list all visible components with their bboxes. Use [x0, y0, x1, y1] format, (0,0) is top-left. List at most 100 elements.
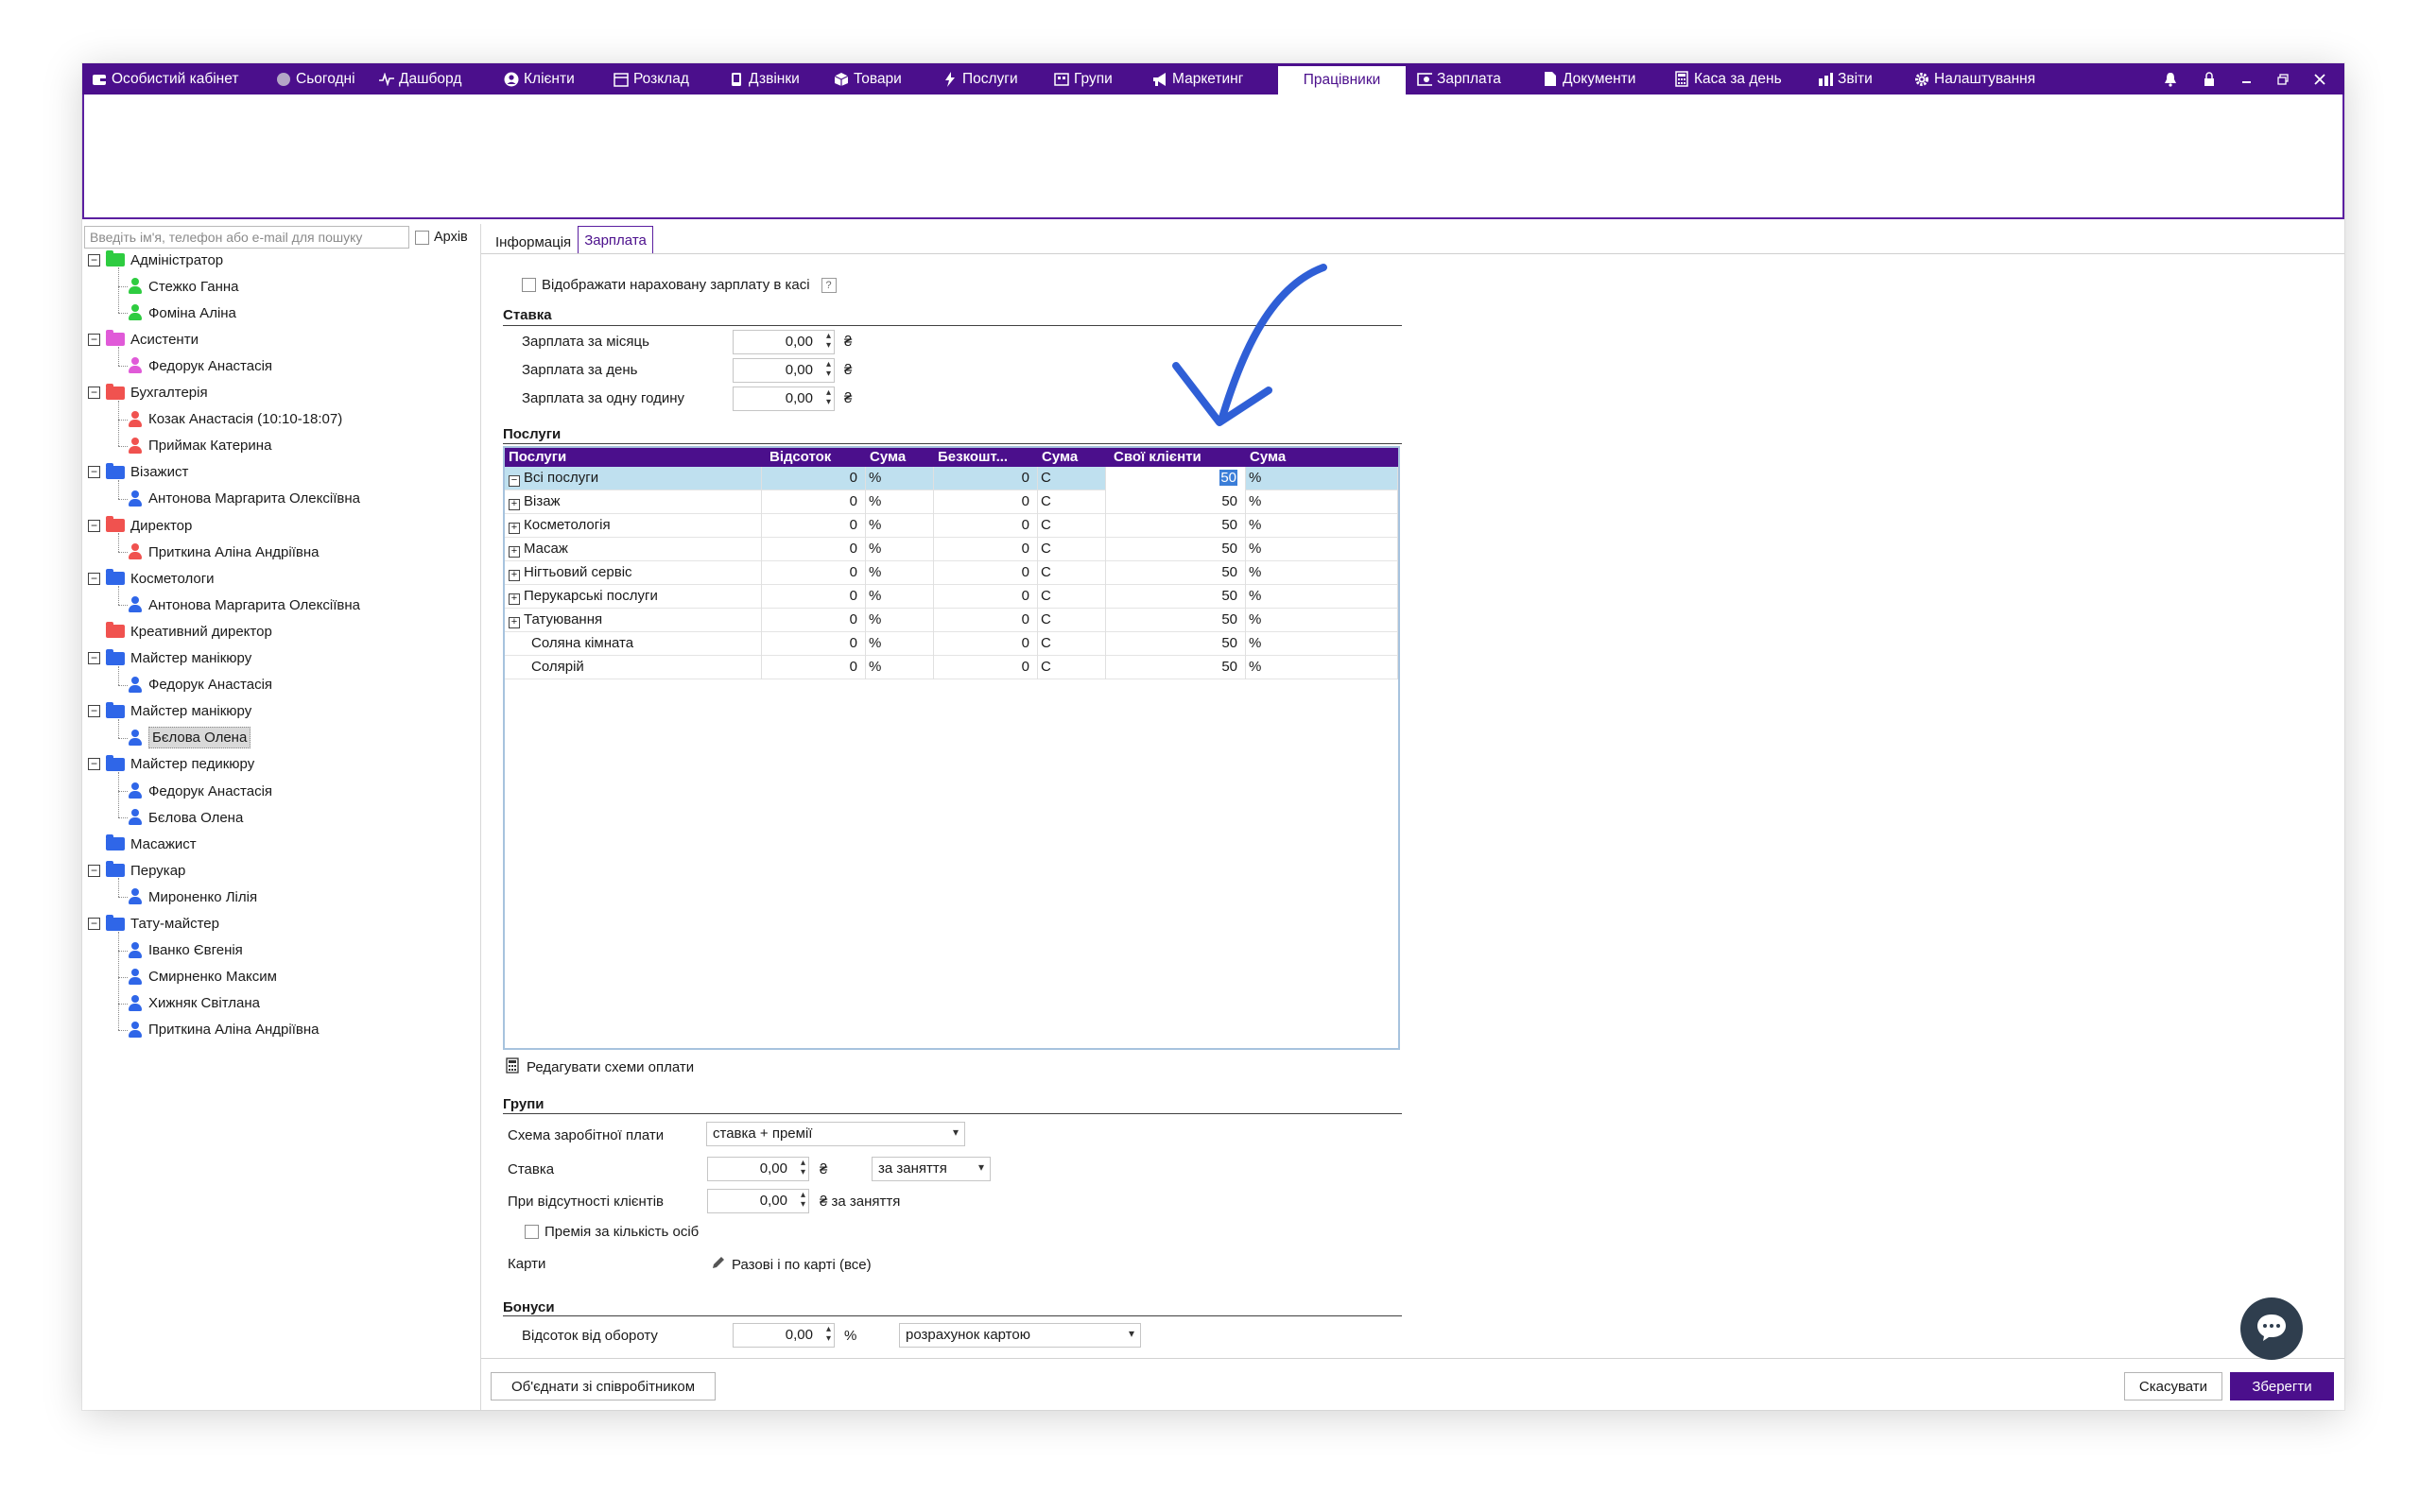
- tree-group-row[interactable]: − Майстер педикюру: [88, 752, 254, 777]
- no-clients-rate-input[interactable]: 0,00: [707, 1189, 809, 1213]
- grid-cell-free[interactable]: 0: [934, 585, 1038, 609]
- nav-item-calls[interactable]: Дзвінки: [729, 63, 800, 94]
- grid-cell-service[interactable]: + Масаж: [505, 538, 762, 561]
- nav-item-reports[interactable]: Звіти: [1818, 63, 1873, 94]
- tree-group-row[interactable]: − Перукар: [88, 858, 185, 883]
- nav-item-goods[interactable]: Товари: [834, 63, 902, 94]
- grid-cell-service[interactable]: − Всі послуги: [505, 467, 762, 490]
- grid-cell-own-clients[interactable]: 50: [1106, 514, 1246, 538]
- restore-icon[interactable]: [2272, 63, 2294, 94]
- grid-column-header[interactable]: Відсоток: [762, 448, 866, 467]
- tree-employee-row[interactable]: Смирненко Максим: [128, 965, 277, 989]
- chat-support-button[interactable]: [2240, 1297, 2303, 1360]
- grid-cell-own-clients-unit[interactable]: %: [1246, 609, 1398, 632]
- grid-cell-percent[interactable]: 0: [762, 490, 866, 514]
- grid-cell-free[interactable]: 0: [934, 514, 1038, 538]
- grid-row[interactable]: Солярій 0% 0 С 50%: [505, 656, 1398, 679]
- collapse-toggle-icon[interactable]: −: [88, 387, 100, 399]
- grid-cell-service[interactable]: + Візаж: [505, 490, 762, 514]
- daily-salary-input[interactable]: 0,00: [733, 358, 835, 383]
- own-clients-value[interactable]: 50: [1221, 564, 1237, 580]
- grid-cell-percent-unit[interactable]: %: [866, 490, 934, 514]
- collapse-toggle-icon[interactable]: −: [88, 705, 100, 718]
- nav-item-services[interactable]: Послуги: [942, 63, 1018, 94]
- grid-cell-free[interactable]: 0: [934, 609, 1038, 632]
- turnover-calc-mode-select[interactable]: розрахунок картою: [899, 1323, 1141, 1348]
- save-button[interactable]: Зберегти: [2230, 1372, 2334, 1400]
- expand-icon[interactable]: +: [509, 570, 520, 581]
- collapse-toggle-icon[interactable]: −: [88, 918, 100, 930]
- grid-column-header[interactable]: Сума: [1246, 448, 1398, 467]
- grid-cell-percent[interactable]: 0: [762, 467, 866, 490]
- tree-employee-row[interactable]: Федорук Анастасія: [128, 779, 272, 803]
- show-salary-in-cash-box[interactable]: [522, 278, 536, 292]
- minimize-icon[interactable]: [2236, 63, 2258, 94]
- grid-cell-free-unit[interactable]: С: [1038, 632, 1106, 656]
- own-clients-value[interactable]: 50: [1221, 588, 1237, 604]
- grid-cell-service[interactable]: Солярій: [505, 656, 762, 679]
- close-icon[interactable]: [2308, 63, 2331, 94]
- tree-employee-row[interactable]: Хижняк Світлана: [128, 991, 260, 1016]
- tree-group-row[interactable]: − Директор: [88, 513, 192, 538]
- grid-row[interactable]: + Косметологія 0% 0 С 50%: [505, 514, 1398, 538]
- grid-cell-own-clients-unit[interactable]: %: [1246, 467, 1398, 490]
- grid-cell-own-clients[interactable]: 50: [1106, 490, 1246, 514]
- collapse-toggle-icon[interactable]: −: [88, 519, 100, 532]
- collapse-toggle-icon[interactable]: −: [88, 864, 100, 877]
- own-clients-value[interactable]: 50: [1221, 611, 1237, 627]
- grid-row[interactable]: + Нігтьовий сервіс 0% 0 С 50%: [505, 561, 1398, 585]
- expand-icon[interactable]: +: [509, 499, 520, 510]
- expand-icon[interactable]: +: [509, 546, 520, 558]
- tree-group-row[interactable]: Масажист: [88, 832, 197, 856]
- tree-employee-row[interactable]: Приткина Аліна Андріївна: [128, 1018, 319, 1042]
- grid-cell-percent-unit[interactable]: %: [866, 561, 934, 585]
- grid-row[interactable]: Соляна кімната 0% 0 С 50%: [505, 632, 1398, 656]
- tab-salary[interactable]: Зарплата: [578, 226, 653, 254]
- grid-cell-own-clients-unit[interactable]: %: [1246, 585, 1398, 609]
- tree-group-row[interactable]: Креативний директор: [88, 619, 272, 644]
- grid-row[interactable]: + Масаж 0% 0 С 50%: [505, 538, 1398, 561]
- cards-value-link[interactable]: Разові і по карті (все): [711, 1255, 872, 1274]
- grid-column-header[interactable]: Сума: [866, 448, 934, 467]
- grid-cell-percent[interactable]: 0: [762, 538, 866, 561]
- grid-cell-own-clients[interactable]: 50: [1106, 538, 1246, 561]
- tree-employee-row[interactable]: Федорук Анастасія: [128, 353, 272, 378]
- turnover-percent-input[interactable]: 0,00: [733, 1323, 835, 1348]
- grid-row[interactable]: + Татуювання 0% 0 С 50%: [505, 609, 1398, 632]
- tree-group-row[interactable]: − Тату-майстер: [88, 912, 219, 936]
- grid-cell-own-clients-unit[interactable]: %: [1246, 514, 1398, 538]
- grid-cell-percent-unit[interactable]: %: [866, 632, 934, 656]
- grid-cell-percent[interactable]: 0: [762, 514, 866, 538]
- grid-cell-own-clients-unit[interactable]: %: [1246, 561, 1398, 585]
- tree-group-row[interactable]: − Адміністратор: [88, 248, 223, 272]
- grid-cell-percent[interactable]: 0: [762, 656, 866, 679]
- lock-icon[interactable]: [2198, 63, 2221, 94]
- nav-item-clients[interactable]: Клієнти: [504, 63, 575, 94]
- grid-cell-own-clients[interactable]: 50: [1106, 561, 1246, 585]
- tree-group-row[interactable]: − Майстер манікюру: [88, 699, 251, 724]
- tab-information[interactable]: Інформація: [489, 230, 578, 254]
- grid-cell-own-clients[interactable]: 50: [1106, 609, 1246, 632]
- nav-item-groups[interactable]: Групи: [1054, 63, 1113, 94]
- tree-employee-row[interactable]: Козак Анастасія (10:10-18:07): [128, 407, 342, 432]
- bonus-per-person-checkbox[interactable]: Премія за кількість осіб: [525, 1224, 699, 1240]
- nav-item-documents[interactable]: Документи: [1543, 63, 1635, 94]
- grid-cell-free[interactable]: 0: [934, 490, 1038, 514]
- edit-payment-schemes-link[interactable]: Редагувати схеми оплати: [506, 1057, 694, 1077]
- grid-cell-own-clients-unit[interactable]: %: [1246, 656, 1398, 679]
- help-icon[interactable]: ?: [821, 277, 837, 293]
- grid-cell-percent-unit[interactable]: %: [866, 656, 934, 679]
- archive-checkbox-box[interactable]: [415, 230, 429, 245]
- nav-item-settings[interactable]: Налаштування: [1914, 63, 2035, 94]
- nav-item-today[interactable]: Сьогодні: [276, 63, 355, 94]
- grid-cell-percent-unit[interactable]: %: [866, 609, 934, 632]
- tree-group-row[interactable]: − Бухгалтерія: [88, 381, 208, 405]
- collapse-toggle-icon[interactable]: −: [88, 253, 100, 266]
- grid-column-header[interactable]: Безкошт...: [934, 448, 1038, 467]
- tree-employee-row[interactable]: Фоміна Аліна: [128, 301, 236, 325]
- grid-cell-free-unit[interactable]: С: [1038, 538, 1106, 561]
- grid-cell-percent-unit[interactable]: %: [866, 514, 934, 538]
- grid-column-header[interactable]: Свої клієнти: [1106, 448, 1246, 467]
- tree-employee-row[interactable]: Бєлова Олена: [128, 726, 251, 750]
- grid-cell-percent[interactable]: 0: [762, 585, 866, 609]
